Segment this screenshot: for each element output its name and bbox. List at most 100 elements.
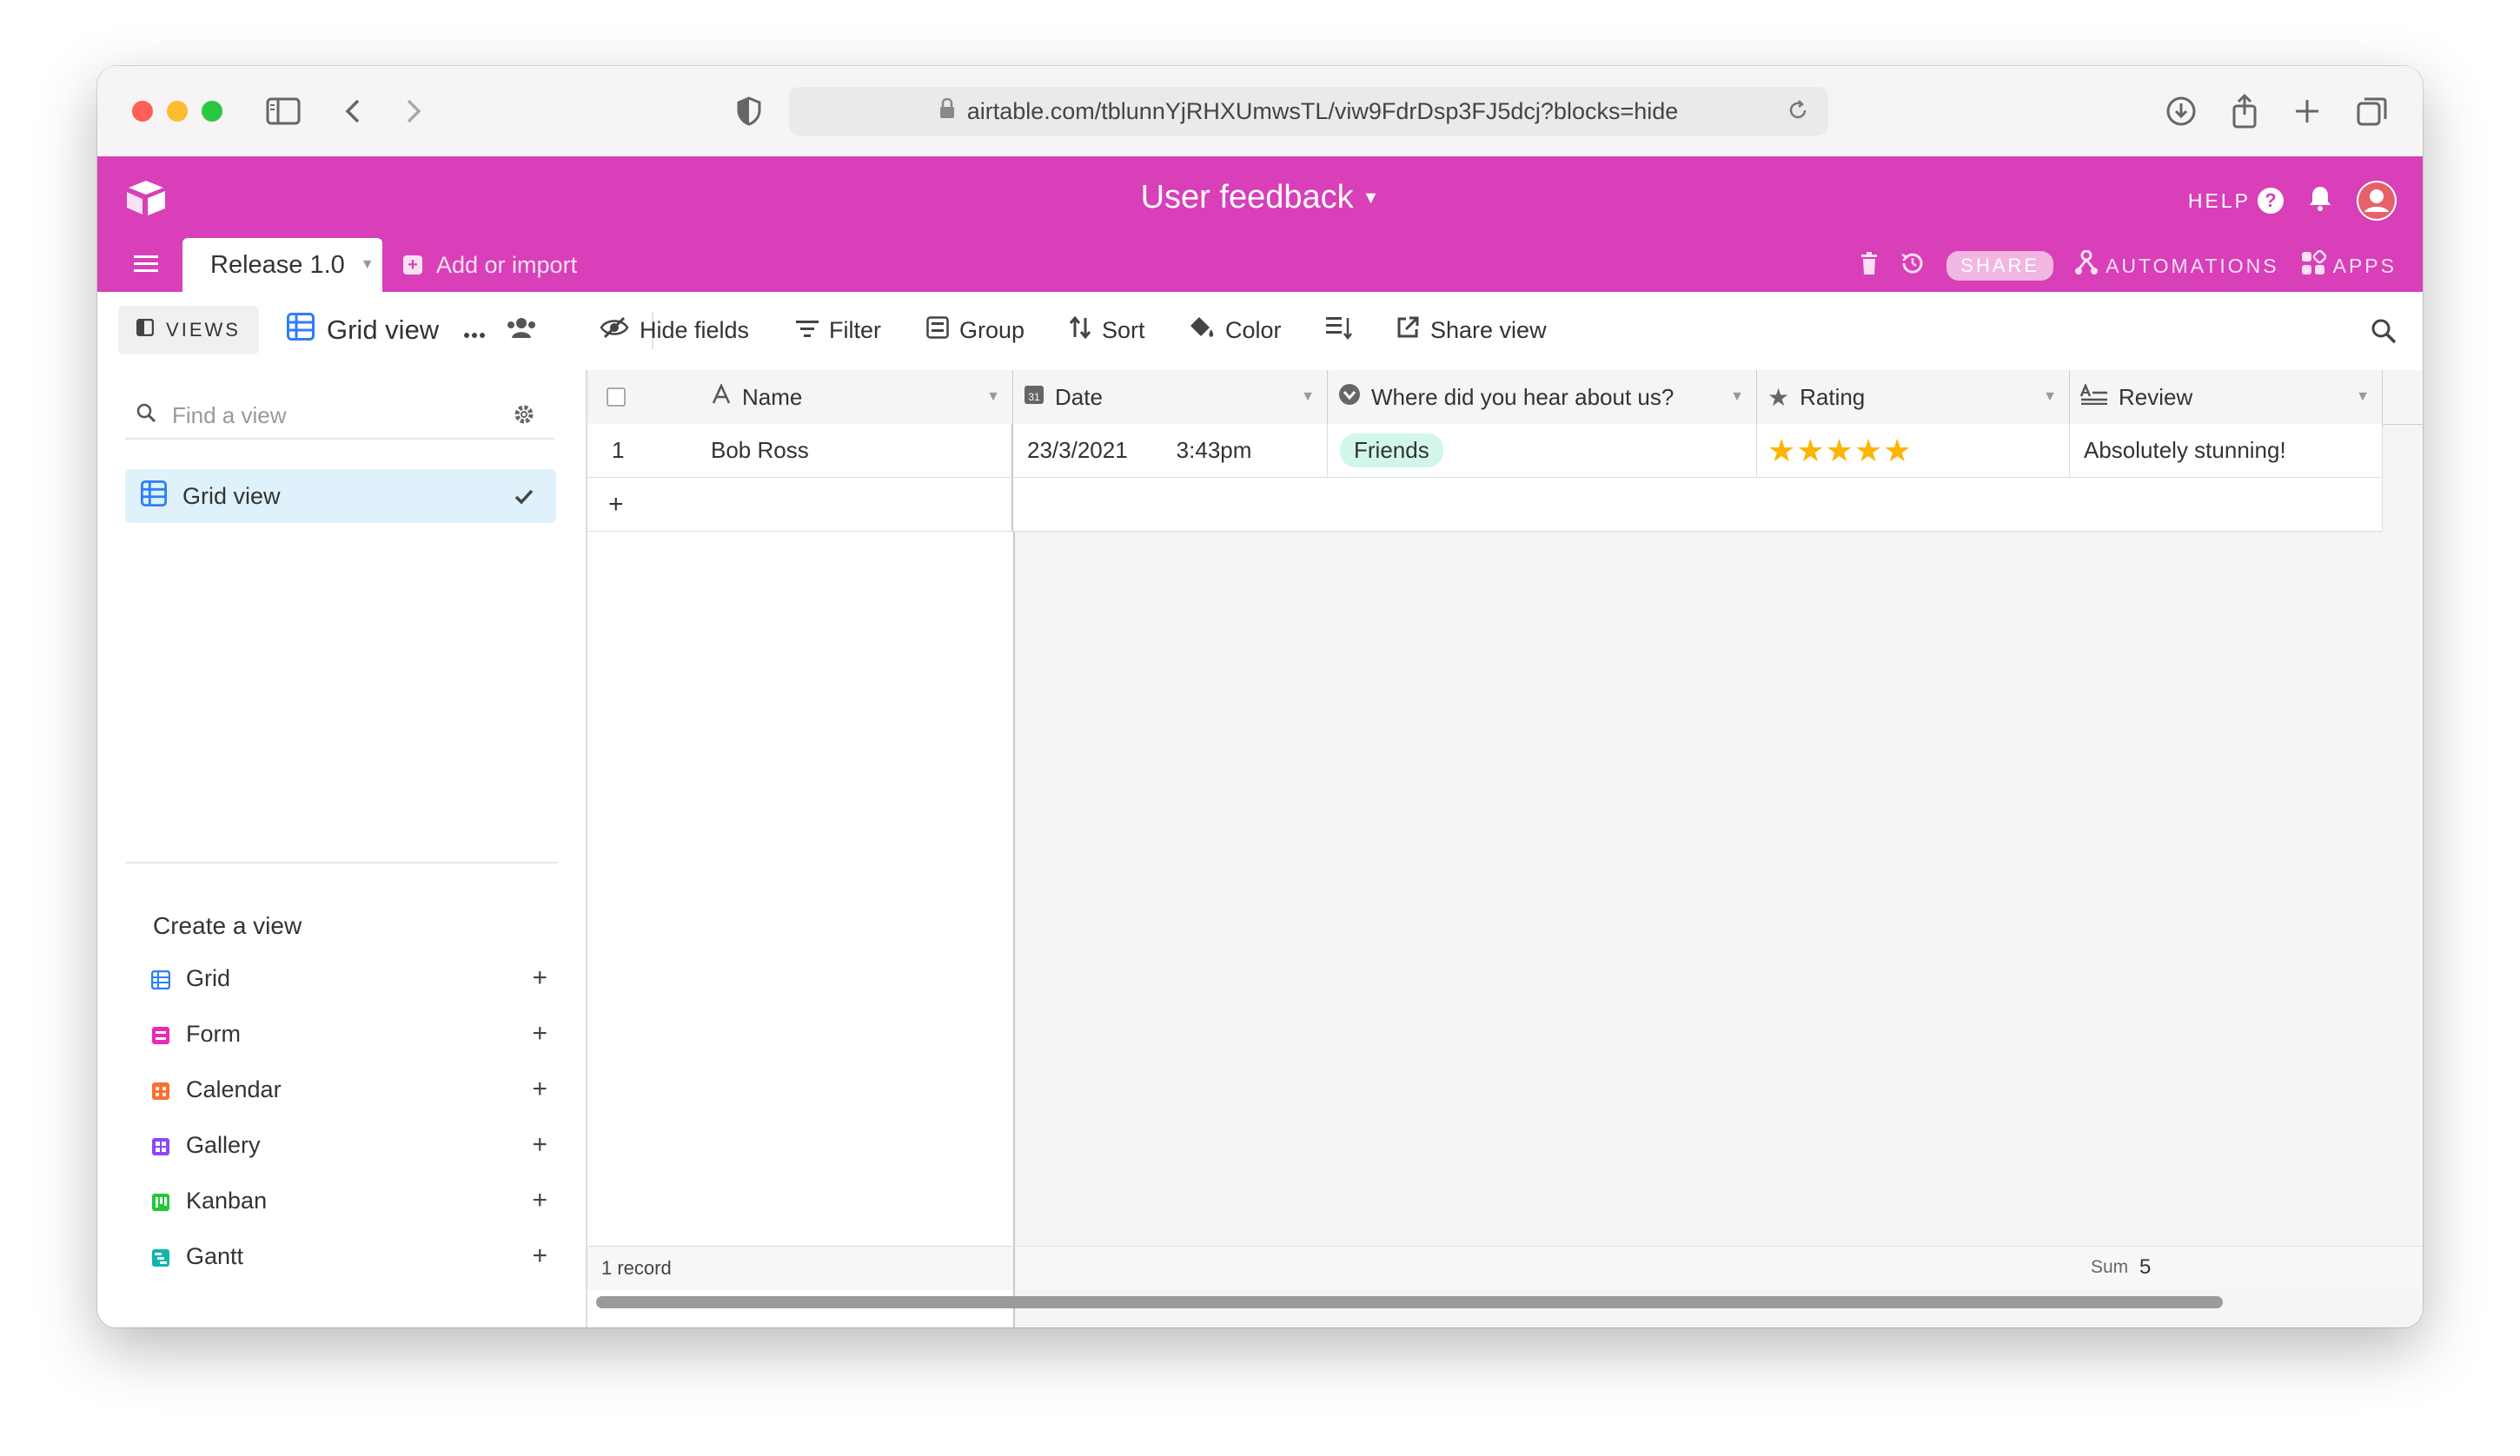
chevron-down-icon[interactable]: ▼ <box>361 257 375 273</box>
sort-button[interactable]: Sort <box>1069 306 1145 354</box>
add-record-row-blank[interactable] <box>1013 478 2383 532</box>
cell-source[interactable]: Friends <box>1328 424 1757 478</box>
apps-icon <box>2300 249 2326 281</box>
find-view-field[interactable]: Find a view <box>125 393 554 440</box>
close-window-button[interactable] <box>132 101 153 122</box>
collaborators-icon[interactable] <box>507 314 536 346</box>
chevron-down-icon[interactable]: ▼ <box>1301 389 1315 405</box>
current-view-label: Grid view <box>327 314 440 345</box>
privacy-shield-icon[interactable] <box>737 92 761 130</box>
tab-overview-icon[interactable] <box>2357 92 2388 130</box>
grid-header-row: Name ▼ 31 Date ▼ Where did you hear abou… <box>587 370 2423 425</box>
lock-icon <box>939 97 955 125</box>
cell-name[interactable]: Bob Ross <box>709 424 1013 478</box>
browser-window: airtable.com/tblunnYjRHXUmwsTL/viw9FdrDs… <box>97 66 2423 1327</box>
sum-value: 5 <box>2139 1255 2152 1279</box>
tab-release-1-0[interactable]: Release 1.0 ▼ <box>182 238 382 292</box>
chevron-down-icon: ▼ <box>1362 189 1380 208</box>
add-or-import-button[interactable]: + Add or import <box>403 238 577 292</box>
group-button[interactable]: Group <box>926 306 1025 354</box>
horizontal-scrollbar[interactable] <box>596 1296 2223 1308</box>
plus-icon[interactable]: + <box>532 1241 547 1271</box>
create-item-label: Form <box>186 1020 241 1047</box>
color-button[interactable]: Color <box>1189 306 1282 354</box>
sidebar-item-grid-view[interactable]: Grid view <box>125 469 556 523</box>
row-height-button[interactable] <box>1326 306 1352 354</box>
chevron-down-icon[interactable]: ▼ <box>2356 389 2370 405</box>
zoom-window-button[interactable] <box>202 101 222 122</box>
download-icon[interactable] <box>2165 92 2197 130</box>
help-button[interactable]: HELP ? <box>2188 188 2284 214</box>
select-all-checkbox[interactable] <box>607 387 626 407</box>
plus-icon[interactable]: + <box>532 1130 547 1160</box>
column-label: Name <box>742 383 803 410</box>
create-calendar-view[interactable]: Calendar + <box>151 1072 547 1107</box>
filter-icon <box>796 317 819 344</box>
views-toggle-button[interactable]: VIEWS <box>118 306 259 354</box>
automations-icon <box>2074 249 2099 281</box>
eye-slash-icon <box>600 316 629 345</box>
more-options-icon[interactable] <box>463 314 486 346</box>
base-title[interactable]: User feedback ▼ <box>97 179 2423 216</box>
gear-icon[interactable] <box>513 403 535 432</box>
chevron-down-icon[interactable]: ▼ <box>2043 389 2057 405</box>
create-gantt-view[interactable]: Gantt + <box>151 1239 547 1274</box>
share-view-button[interactable]: Share view <box>1396 306 1547 354</box>
paint-bucket-icon <box>1189 315 1215 346</box>
back-icon[interactable] <box>342 92 363 130</box>
base-actions: SHARE AUTOMATIONS APPS <box>1860 247 2397 285</box>
forward-icon[interactable] <box>403 92 424 130</box>
plus-icon[interactable]: + <box>532 1186 547 1215</box>
column-label: Review <box>2119 383 2193 410</box>
calendar-icon <box>151 1080 170 1100</box>
add-record-button[interactable]: + <box>587 478 1013 532</box>
column-header-review[interactable]: Review ▼ <box>2070 370 2383 424</box>
help-icon: ? <box>2258 188 2284 214</box>
create-grid-view[interactable]: Grid + <box>150 961 547 996</box>
hamburger-menu-icon[interactable] <box>134 254 158 279</box>
address-bar[interactable]: airtable.com/tblunnYjRHXUmwsTL/viw9FdrDs… <box>789 87 1828 136</box>
create-kanban-view[interactable]: Kanban + <box>151 1183 547 1218</box>
current-view-selector[interactable]: Grid view <box>287 306 536 354</box>
cell-review[interactable]: Absolutely stunning! <box>2070 424 2383 478</box>
add-import-label: Add or import <box>436 251 578 278</box>
chevron-down-icon[interactable]: ▼ <box>1730 389 1744 405</box>
bell-icon[interactable] <box>2308 185 2332 216</box>
automations-button[interactable]: AUTOMATIONS <box>2074 249 2279 281</box>
column-header-rating[interactable]: ★ Rating ▼ <box>1757 370 2070 424</box>
plus-icon[interactable]: + <box>532 1075 547 1104</box>
plus-icon[interactable]: + <box>532 1019 547 1049</box>
column-header-date[interactable]: 31 Date ▼ <box>1013 370 1328 424</box>
trash-icon[interactable] <box>1860 251 1879 281</box>
history-icon[interactable] <box>1900 250 1926 281</box>
share-page-icon[interactable] <box>2232 92 2258 130</box>
hide-fields-button[interactable]: Hide fields <box>600 306 749 354</box>
new-tab-icon[interactable] <box>2294 92 2320 130</box>
sidebar-toggle-icon[interactable] <box>266 92 301 130</box>
share-button[interactable]: SHARE <box>1946 251 2054 281</box>
minimize-window-button[interactable] <box>167 101 188 122</box>
column-header-source[interactable]: Where did you hear about us? ▼ <box>1328 370 1757 424</box>
create-form-view[interactable]: Form + <box>151 1016 547 1051</box>
column-label: Date <box>1055 383 1103 410</box>
chevron-down-icon[interactable]: ▼ <box>986 389 1000 405</box>
cell-date[interactable]: 23/3/2021 3:43pm <box>1013 424 1328 478</box>
base-title-text: User feedback <box>1140 179 1354 215</box>
grid-summary-bar: 1 record Sum 5 <box>587 1246 2423 1290</box>
views-sidebar: Find a view Grid view Create a view Grid… <box>97 370 587 1327</box>
search-icon[interactable] <box>2371 318 2397 348</box>
create-gallery-view[interactable]: Gallery + <box>151 1128 547 1162</box>
sort-icon <box>1069 315 1091 345</box>
column-header-name[interactable]: Name ▼ <box>709 370 1013 424</box>
record-count: 1 record <box>601 1257 672 1279</box>
cell-rating[interactable]: ★★★★★ <box>1757 424 2070 478</box>
browser-toolbar: airtable.com/tblunnYjRHXUmwsTL/viw9FdrDs… <box>97 66 2423 157</box>
search-icon <box>136 402 156 429</box>
avatar[interactable] <box>2357 181 2397 221</box>
plus-icon[interactable]: + <box>532 963 547 993</box>
reload-icon[interactable] <box>1787 99 1809 128</box>
sidebar-item-label: Grid view <box>182 482 281 509</box>
apps-button[interactable]: APPS <box>2300 249 2397 281</box>
filter-button[interactable]: Filter <box>796 306 881 354</box>
select-option-pill: Friends <box>1340 433 1443 467</box>
